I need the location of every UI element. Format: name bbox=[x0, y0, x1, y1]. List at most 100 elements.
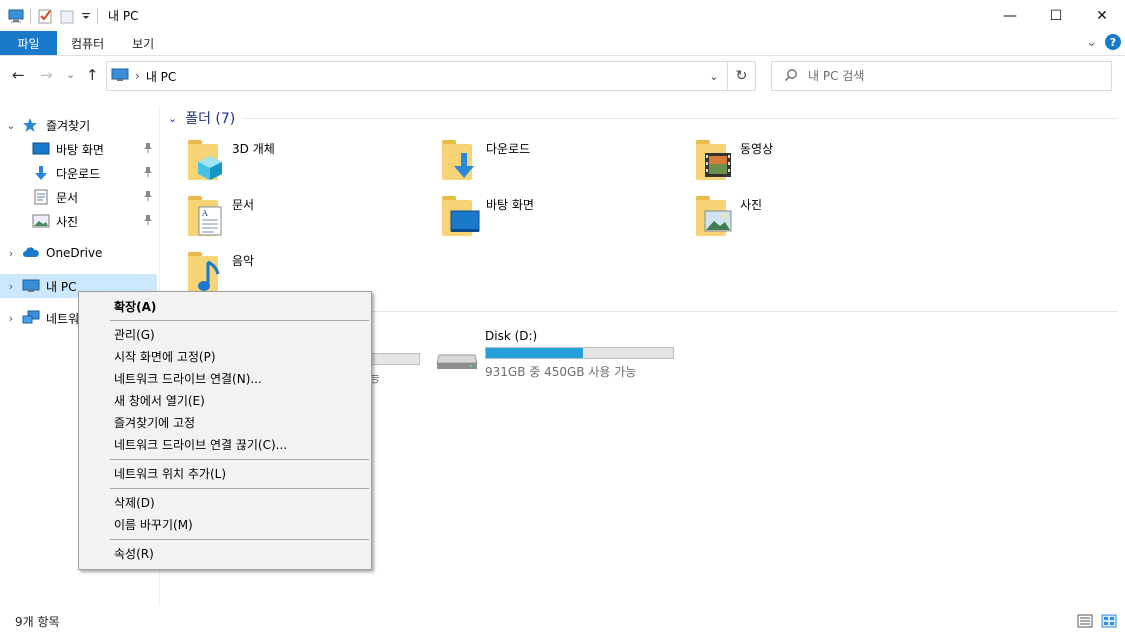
sidebar-item-documents[interactable]: 문서 bbox=[0, 185, 157, 209]
expand-chevron-icon[interactable]: ⌄ bbox=[0, 119, 22, 132]
sidebar-item-pictures[interactable]: 사진 bbox=[0, 209, 157, 233]
menu-separator bbox=[110, 539, 369, 540]
sidebar-item-label: OneDrive bbox=[46, 246, 103, 260]
folder-desktop[interactable]: 바탕 화면 bbox=[422, 192, 672, 242]
sidebar-item-onedrive[interactable]: › OneDrive bbox=[0, 241, 157, 265]
menu-item-delete[interactable]: 삭제(D) bbox=[81, 491, 369, 513]
tab-view[interactable]: 보기 bbox=[118, 31, 168, 55]
expand-chevron-icon[interactable]: › bbox=[0, 280, 22, 293]
menu-item-manage[interactable]: 관리(G) bbox=[81, 323, 369, 345]
documents-icon bbox=[32, 189, 50, 205]
folder-videos[interactable]: 동영상 bbox=[676, 136, 926, 186]
sidebar-item-downloads[interactable]: 다운로드 bbox=[0, 161, 157, 185]
pin-icon[interactable] bbox=[143, 142, 153, 157]
menu-item-disconnect-network-drive[interactable]: 네트워크 드라이브 연결 끊기(C)... bbox=[81, 433, 369, 455]
properties-icon[interactable] bbox=[37, 8, 53, 24]
status-bar: 9개 항목 bbox=[0, 608, 1125, 634]
pin-icon[interactable] bbox=[143, 190, 153, 205]
documents-icon: A bbox=[186, 196, 228, 238]
customize-toolbar-chevron-icon[interactable] bbox=[81, 8, 91, 24]
back-button[interactable]: ← bbox=[12, 66, 25, 84]
menu-item-rename[interactable]: 이름 바꾸기(M) bbox=[81, 513, 369, 535]
forward-button[interactable]: → bbox=[40, 66, 53, 84]
toolbar-divider bbox=[97, 8, 98, 23]
desktop-icon bbox=[32, 141, 50, 157]
folder-name: 3D 개체 bbox=[232, 142, 275, 156]
collapse-chevron-icon[interactable]: ⌄ bbox=[168, 112, 177, 125]
sidebar-item-label: 문서 bbox=[56, 190, 79, 205]
expand-ribbon-chevron-icon[interactable]: ⌄ bbox=[1086, 35, 1097, 50]
expand-chevron-icon[interactable]: › bbox=[0, 312, 22, 325]
music-icon bbox=[186, 252, 228, 294]
up-button[interactable]: ↑ bbox=[86, 66, 99, 84]
folder-name: 문서 bbox=[232, 198, 255, 212]
menu-item-expand[interactable]: 확장(A) bbox=[81, 295, 369, 317]
menu-item-pin-quick-access[interactable]: 즐겨찾기에 고정 bbox=[81, 411, 369, 433]
pin-icon[interactable] bbox=[143, 166, 153, 181]
pin-icon[interactable] bbox=[143, 214, 153, 229]
menu-item-map-network-drive[interactable]: 네트워크 드라이브 연결(N)... bbox=[81, 367, 369, 389]
pictures-icon bbox=[32, 213, 50, 229]
toolbar-divider bbox=[30, 8, 31, 23]
pictures-icon bbox=[694, 196, 736, 238]
menu-item-pin-to-start[interactable]: 시작 화면에 고정(P) bbox=[81, 345, 369, 367]
desktop-icon bbox=[440, 196, 482, 238]
new-folder-icon[interactable] bbox=[59, 8, 75, 24]
sidebar-item-desktop[interactable]: 바탕 화면 bbox=[0, 137, 157, 161]
this-pc-icon[interactable] bbox=[8, 8, 24, 24]
minimize-button[interactable]: — bbox=[987, 0, 1033, 31]
search-box[interactable] bbox=[771, 61, 1112, 91]
search-input[interactable] bbox=[808, 69, 1098, 83]
hard-drive-icon bbox=[435, 349, 479, 371]
sidebar-item-label: 내 PC bbox=[46, 279, 77, 294]
star-icon bbox=[22, 117, 40, 133]
sidebar-item-label: 바탕 화면 bbox=[56, 142, 104, 157]
menu-separator bbox=[110, 488, 369, 489]
breadcrumb-this-pc[interactable]: 내 PC bbox=[146, 68, 176, 85]
folder-pictures[interactable]: 사진 bbox=[676, 192, 926, 242]
menu-item-add-network-location[interactable]: 네트워크 위치 추가(L) bbox=[81, 462, 369, 484]
close-button[interactable]: ✕ bbox=[1079, 0, 1125, 31]
3d-objects-icon bbox=[186, 140, 228, 182]
maximize-button[interactable]: ☐ bbox=[1033, 0, 1079, 31]
address-history-chevron-icon[interactable]: ⌄ bbox=[701, 70, 727, 83]
recent-locations-chevron-icon[interactable]: ⌄ bbox=[66, 68, 75, 81]
item-count: 9개 항목 bbox=[15, 614, 60, 629]
menu-item-open-new-window[interactable]: 새 창에서 열기(E) bbox=[81, 389, 369, 411]
refresh-button[interactable]: ↻ bbox=[727, 62, 755, 90]
network-icon bbox=[22, 310, 40, 326]
this-pc-icon bbox=[111, 67, 129, 86]
folder-3d-objects[interactable]: 3D 개체 bbox=[168, 136, 418, 186]
drive-name: Disk (D:) bbox=[485, 329, 538, 343]
tab-file[interactable]: 파일 bbox=[0, 31, 57, 55]
menu-separator bbox=[110, 459, 369, 460]
cloud-icon bbox=[22, 245, 40, 261]
expand-chevron-icon[interactable]: › bbox=[0, 247, 22, 260]
sidebar-item-quick-access[interactable]: ⌄ 즐겨찾기 bbox=[0, 113, 157, 137]
menu-item-properties[interactable]: 속성(R) bbox=[81, 542, 369, 564]
this-pc-icon bbox=[22, 278, 40, 294]
drive-free-space: 931GB 중 450GB 사용 가능 bbox=[485, 365, 637, 379]
folder-documents[interactable]: A 문서 bbox=[168, 192, 418, 242]
navigation-bar: ← → ⌄ ↑ › 내 PC ⌄ ↻ bbox=[0, 56, 1125, 96]
address-bar[interactable]: › 내 PC ⌄ ↻ bbox=[106, 61, 756, 91]
window-title: 내 PC bbox=[108, 9, 139, 23]
folder-downloads[interactable]: 다운로드 bbox=[422, 136, 672, 186]
drive-usage-fill bbox=[486, 348, 584, 358]
details-view-icon[interactable] bbox=[1077, 614, 1093, 628]
title-bar: 내 PC — ☐ ✕ bbox=[0, 0, 1125, 31]
sidebar-item-label: 다운로드 bbox=[56, 166, 101, 181]
folder-name: 음악 bbox=[232, 254, 255, 268]
breadcrumb-separator[interactable]: › bbox=[135, 69, 140, 83]
view-switcher bbox=[1077, 614, 1117, 628]
help-icon[interactable]: ? bbox=[1105, 34, 1121, 50]
drive-d[interactable]: Disk (D:) 931GB 중 450GB 사용 가능 bbox=[435, 329, 685, 379]
videos-icon bbox=[694, 140, 736, 182]
breadcrumb: › 내 PC bbox=[107, 67, 701, 86]
sidebar-item-label: 즐겨찾기 bbox=[46, 118, 91, 133]
svg-text:A: A bbox=[201, 209, 208, 218]
folders-group-header[interactable]: ⌄ 폴더 (7) bbox=[168, 108, 1118, 128]
folder-name: 다운로드 bbox=[486, 142, 531, 156]
tab-computer[interactable]: 컴퓨터 bbox=[57, 31, 118, 55]
large-icons-view-icon[interactable] bbox=[1101, 614, 1117, 628]
